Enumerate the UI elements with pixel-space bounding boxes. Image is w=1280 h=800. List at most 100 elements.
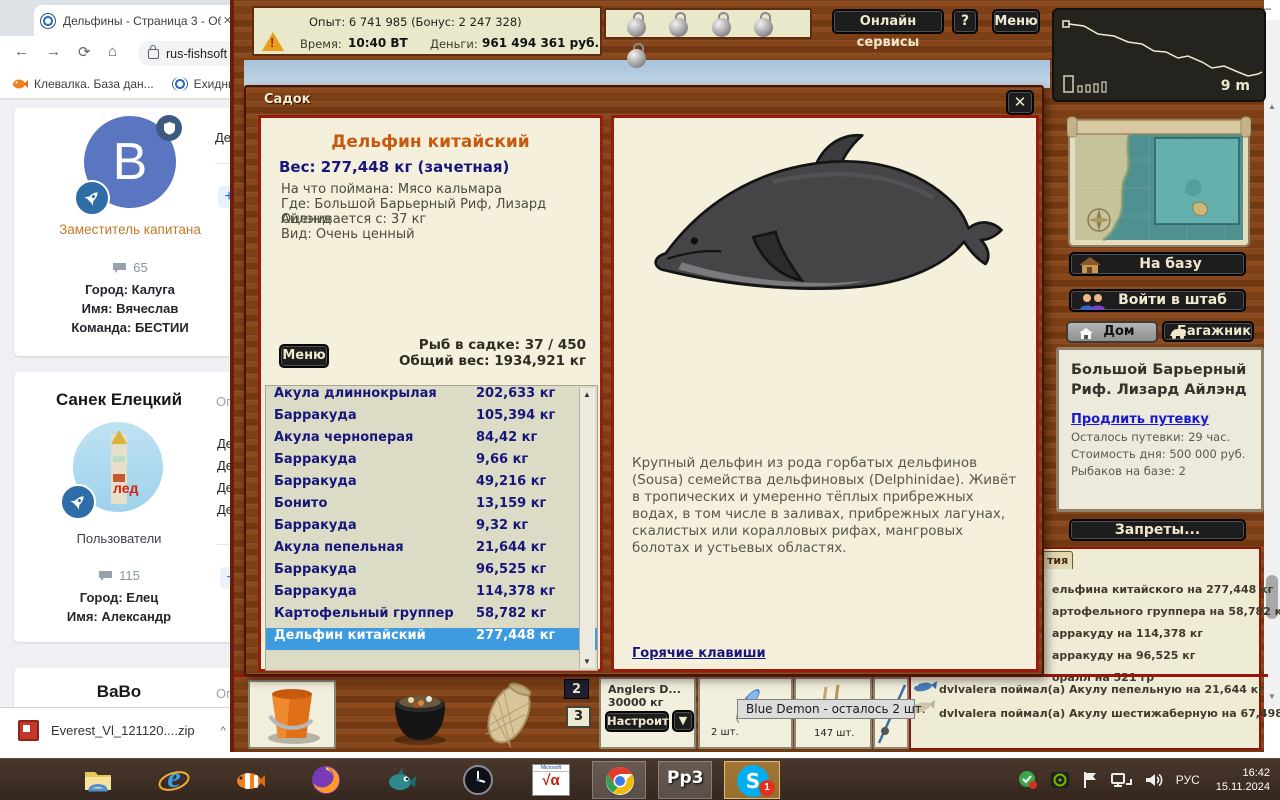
hotkeys-link[interactable]: Горячие клавиши: [632, 646, 766, 661]
rod-capacity: 30000 кг: [608, 696, 663, 709]
reload-icon[interactable]: ⟳: [78, 43, 91, 61]
rod-name: Anglers D...: [608, 683, 681, 696]
fish-row[interactable]: Барракуда9,66 кг: [266, 452, 597, 474]
stats-panel: Опыт: 6 741 985 (Бонус: 2 247 328) Время…: [252, 6, 602, 56]
fish-row-selected[interactable]: Дельфин китайский277,448 кг: [266, 628, 597, 650]
fish-row[interactable]: Акула черноперая84,42 кг: [266, 430, 597, 452]
chrome-icon[interactable]: [604, 765, 636, 797]
antivirus-tray-icon[interactable]: [1018, 770, 1038, 790]
people-icon: [1079, 293, 1107, 311]
clownfish-icon[interactable]: [234, 764, 266, 796]
firefox-icon[interactable]: [310, 764, 342, 796]
bell-icon[interactable]: [625, 12, 649, 38]
permit-hours-line: Осталось путевки: 29 час.: [1071, 430, 1230, 444]
slot-badge-2[interactable]: 2: [564, 679, 589, 699]
fish-row[interactable]: Акула длиннокрылая202,633 кг: [266, 386, 597, 408]
scroll-down-icon[interactable]: ▼: [1268, 692, 1276, 701]
bell-icon[interactable]: [752, 12, 776, 38]
money-label: Деньги:: [430, 37, 478, 51]
comments-line: 115: [14, 568, 224, 583]
configure-button[interactable]: Настроить: [605, 711, 669, 732]
scroll-up-icon[interactable]: ▲: [1268, 102, 1276, 111]
bans-button[interactable]: Запреты...: [1069, 519, 1246, 541]
language-indicator[interactable]: РУС: [1176, 773, 1200, 787]
volume-tray-icon[interactable]: [1144, 770, 1164, 790]
pp3-icon[interactable]: Рр3: [667, 768, 707, 800]
fish-row[interactable]: Акула пепельная21,644 кг: [266, 540, 597, 562]
enter-hq-button[interactable]: Войти в штаб: [1069, 289, 1246, 312]
tab-trunk[interactable]: Багажник: [1162, 321, 1254, 342]
net-creel-icon[interactable]: [472, 680, 546, 748]
flag-tray-icon[interactable]: [1082, 770, 1098, 790]
compass-rose-icon: [1088, 209, 1110, 231]
forward-icon[interactable]: →: [46, 43, 61, 60]
keepnet-dialog: Садок ✕ Дельфин китайский Вес: 277,448 к…: [244, 85, 1044, 676]
pp3-taskbar-box[interactable]: Рр3: [658, 761, 712, 799]
download-filename[interactable]: Everest_Vl_121120....zip: [51, 723, 195, 738]
tab-home-label: Дом: [1103, 324, 1134, 339]
online-services-button[interactable]: Онлайн сервисы: [832, 9, 944, 34]
minimap[interactable]: [1067, 112, 1251, 252]
list-scrollbar[interactable]: ▲ ▼: [579, 388, 595, 668]
fish-row[interactable]: Барракуда105,394 кг: [266, 408, 597, 430]
slot-badge-3[interactable]: 3: [566, 706, 591, 728]
tab-home[interactable]: Дом: [1066, 321, 1158, 343]
fish-row[interactable]: Картофельный группер58,782 кг: [266, 606, 597, 628]
dialog-menu-button[interactable]: Меню: [279, 344, 329, 368]
browser-tab[interactable]: Дельфины - Страница 3 - Обсу ✕: [34, 5, 248, 36]
item-tooltip: Blue Demon - осталось 2 шт.: [737, 699, 915, 719]
dropdown-button[interactable]: ▼: [672, 710, 694, 732]
fish-row[interactable]: Бонито13,159 кг: [266, 496, 597, 518]
profile-title[interactable]: ВаВо: [14, 682, 224, 702]
to-base-button[interactable]: На базу: [1069, 252, 1246, 276]
bell-icon[interactable]: [625, 43, 649, 69]
warning-icon[interactable]: [262, 32, 284, 51]
bookmark-klevalka[interactable]: Клевалка. База дан...: [12, 77, 154, 91]
fish-description-text: Крупный дельфин из рода горбатых дельфин…: [632, 455, 1024, 557]
menu-button[interactable]: Меню: [992, 9, 1040, 34]
game-fish-icon[interactable]: [386, 764, 418, 796]
internet-explorer-icon[interactable]: e: [158, 764, 190, 796]
math-app-icon[interactable]: Microsoft √α: [532, 764, 570, 796]
location-title: Большой Барьерный Риф. Лизард Айлэнд: [1071, 360, 1255, 400]
rod-setup-panel: Anglers D... 30000 кг Настроить ▼: [599, 677, 696, 749]
help-button[interactable]: ?: [952, 9, 978, 34]
events-tab[interactable]: тия: [1042, 551, 1073, 569]
home-tab-icon: [1078, 327, 1094, 340]
home-icon[interactable]: ⌂: [108, 43, 117, 60]
pot-icon[interactable]: [387, 682, 453, 746]
time-label: Время:: [300, 37, 342, 51]
fish-bookmark-icon: [12, 78, 28, 90]
depth-value: 9 m: [1221, 78, 1250, 94]
chrome-taskbar-box[interactable]: [592, 761, 646, 799]
back-icon[interactable]: ←: [14, 43, 29, 60]
nvidia-tray-icon[interactable]: [1050, 770, 1070, 790]
url-text[interactable]: rus-fishsoft: [166, 47, 227, 61]
taskbar-clock[interactable]: 16:42 15.11.2024: [1216, 766, 1270, 794]
chevron-up-icon[interactable]: ^: [221, 725, 226, 737]
base-house-icon: [1077, 255, 1103, 275]
car-icon: [1169, 327, 1187, 339]
fish-row[interactable]: Барракуда96,525 кг: [266, 562, 597, 584]
list-scroll-down-icon[interactable]: ▼: [583, 657, 591, 666]
dialog-close-button[interactable]: ✕: [1006, 90, 1034, 115]
profile-title[interactable]: Санек Елецкий: [14, 390, 224, 410]
list-scroll-up-icon[interactable]: ▲: [583, 390, 591, 399]
profile-city: Город: Калуга: [14, 282, 246, 297]
extend-permit-link[interactable]: Продлить путевку: [1071, 412, 1209, 427]
fish-list[interactable]: Акула длиннокрылая202,633 кг Барракуда10…: [265, 385, 598, 671]
bell-icon[interactable]: [667, 12, 691, 38]
event-message-partial: ельфина китайского на 277,448 кг: [1052, 583, 1273, 596]
bucket-slot[interactable]: [248, 680, 336, 749]
clock-app-icon[interactable]: [462, 764, 494, 796]
anglers-on-base-line: Рыбаков на базе: 2: [1071, 464, 1186, 478]
fish-row[interactable]: Барракуда9,32 кг: [266, 518, 597, 540]
fish-row[interactable]: Барракуда114,378 кг: [266, 584, 597, 606]
network-tray-icon[interactable]: [1110, 770, 1132, 790]
download-item[interactable]: Everest_Vl_121120....zip ^: [18, 720, 226, 741]
explorer-icon[interactable]: [82, 764, 114, 796]
bell-icon[interactable]: [710, 12, 734, 38]
fish-row[interactable]: Барракуда49,216 кг: [266, 474, 597, 496]
depth-sonar: 9 m: [1052, 8, 1266, 102]
skype-taskbar-box[interactable]: S 1: [724, 761, 780, 799]
